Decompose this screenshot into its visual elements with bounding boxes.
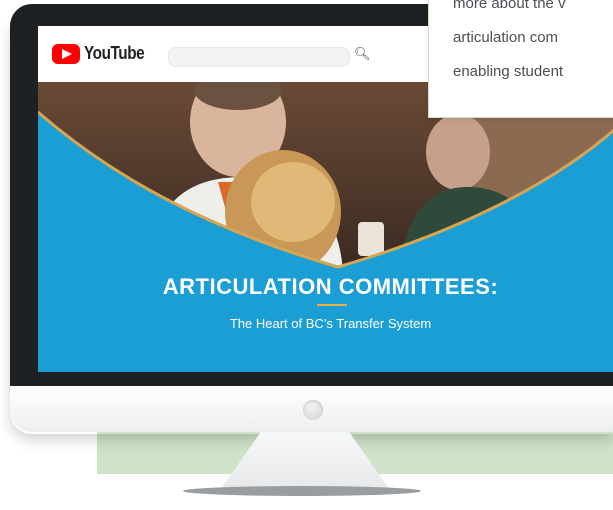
monitor-button-icon bbox=[303, 400, 323, 420]
monitor-stand-base bbox=[183, 486, 421, 496]
search-icon[interactable]: 🔍︎ bbox=[354, 46, 371, 62]
text-callout-box: more about the v articulation com enabli… bbox=[428, 0, 613, 118]
video-title: ARTICULATION COMMITTEES: bbox=[162, 274, 499, 299]
callout-line: articulation com bbox=[453, 29, 559, 46]
callout-line: more about the v bbox=[453, 0, 566, 12]
callout-line: enabling student bbox=[453, 63, 564, 80]
youtube-wordmark: YouTube bbox=[84, 43, 145, 63]
search-input[interactable] bbox=[168, 47, 350, 67]
youtube-play-icon bbox=[52, 43, 80, 64]
youtube-logo[interactable]: YouTube bbox=[52, 43, 155, 64]
video-subtitle: The Heart of BC’s Transfer System bbox=[229, 316, 432, 331]
title-divider bbox=[317, 304, 347, 306]
